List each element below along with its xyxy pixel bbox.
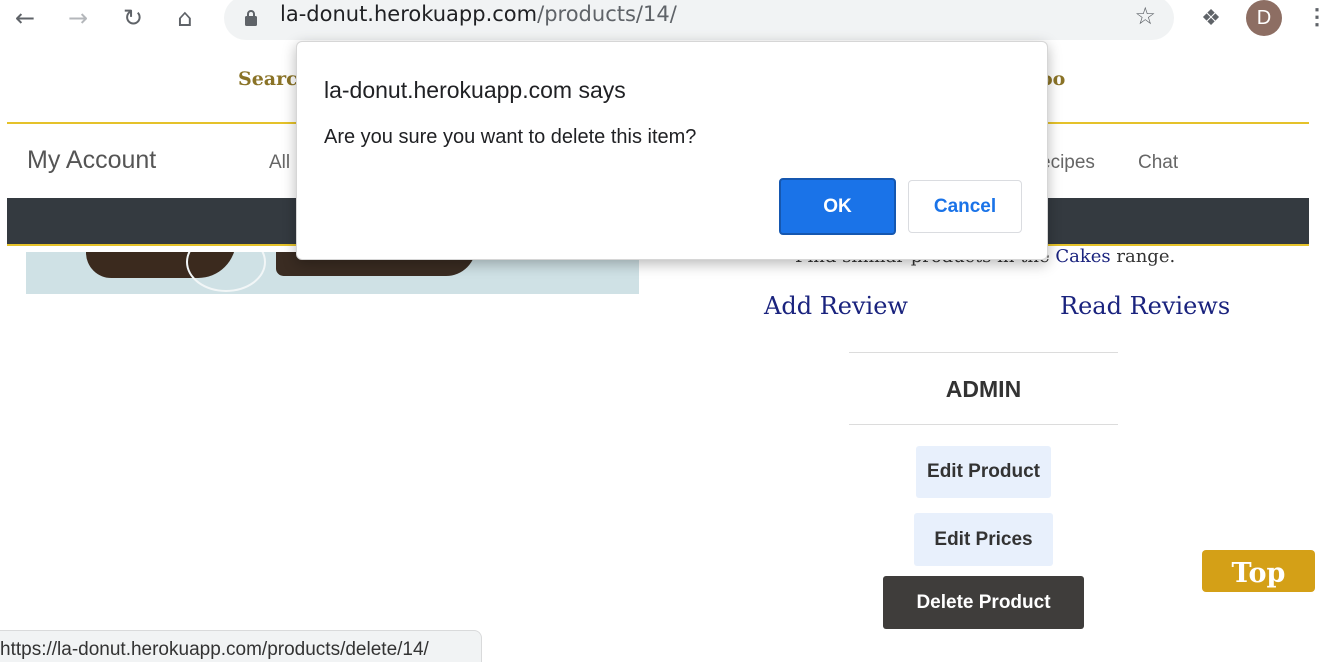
- home-icon[interactable]: ⌂: [170, 3, 200, 33]
- url-host: la-donut.herokuapp.com: [280, 2, 538, 26]
- admin-heading: ADMIN: [945, 376, 1022, 402]
- back-to-top-button[interactable]: Top: [1202, 550, 1315, 592]
- browser-toolbar: ← → ↻ ⌂ la-donut.herokuapp.com/products/…: [0, 0, 1325, 40]
- admin-divider-bottom: [849, 424, 1118, 425]
- plate-shape: [186, 252, 266, 292]
- admin-divider-top: [849, 352, 1118, 353]
- nav-item-recipes[interactable]: ecipes: [1040, 152, 1095, 174]
- similar-suffix: range.: [1110, 246, 1176, 267]
- cancel-button[interactable]: Cancel: [908, 180, 1022, 233]
- category-link[interactable]: Cakes: [1055, 246, 1110, 267]
- back-icon[interactable]: ←: [10, 3, 40, 33]
- dialog-title: la-donut.herokuapp.com says: [324, 77, 626, 103]
- confirm-dialog: la-donut.herokuapp.com says Are you sure…: [296, 41, 1048, 260]
- read-reviews-link[interactable]: Read Reviews: [1060, 292, 1230, 320]
- lock-icon[interactable]: [244, 9, 258, 27]
- reload-icon[interactable]: ↻: [118, 3, 148, 33]
- dialog-message: Are you sure you want to delete this ite…: [324, 126, 697, 148]
- edit-product-button[interactable]: Edit Product: [916, 446, 1051, 498]
- url-text[interactable]: la-donut.herokuapp.com/products/14/: [280, 2, 677, 26]
- ok-button[interactable]: OK: [779, 178, 896, 235]
- address-bar[interactable]: la-donut.herokuapp.com/products/14/ ☆: [224, 0, 1174, 40]
- url-path: /products/14/: [537, 2, 677, 26]
- edit-prices-button[interactable]: Edit Prices: [914, 513, 1053, 566]
- nav-item-chat[interactable]: Chat: [1138, 152, 1178, 174]
- puzzle-icon[interactable]: ❖: [1196, 3, 1226, 33]
- delete-product-button[interactable]: Delete Product: [883, 576, 1084, 629]
- my-account-link[interactable]: My Account: [27, 146, 156, 175]
- forward-icon[interactable]: →: [63, 3, 93, 33]
- link-status-bar: https://la-donut.herokuapp.com/products/…: [0, 630, 482, 662]
- avatar[interactable]: D: [1246, 0, 1282, 36]
- status-url: https://la-donut.herokuapp.com/products/…: [0, 639, 429, 660]
- nav-item-all[interactable]: All: [269, 152, 290, 174]
- kebab-menu-icon[interactable]: ⋮: [1306, 3, 1325, 33]
- star-icon[interactable]: ☆: [1134, 2, 1156, 30]
- add-review-link[interactable]: Add Review: [764, 292, 908, 320]
